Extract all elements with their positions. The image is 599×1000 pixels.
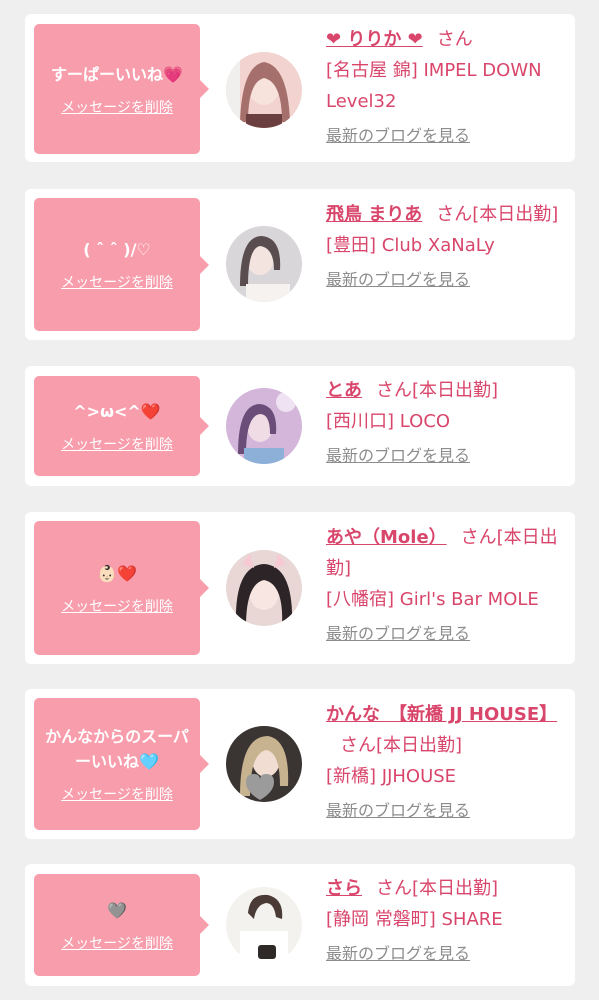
- message-card: 👶🏻❤️ メッセージを削除 あや（Mole） さん[本日出勤] [八幡宿] Gir…: [25, 512, 575, 664]
- message-text: ^>ω<^❤️: [73, 401, 161, 421]
- honorific: さん: [340, 735, 376, 756]
- avatar-photo: [226, 388, 302, 464]
- message-text: ( ˆ ˆ )/♡: [83, 240, 151, 259]
- message-text: かんなからのスーパーいいね🩵: [45, 727, 189, 771]
- cast-name-link[interactable]: あや（Mole）: [326, 527, 447, 548]
- avatar-photo: [226, 52, 302, 128]
- message-text: 👶🏻❤️: [97, 561, 137, 586]
- work-status: [本日出勤]: [412, 380, 499, 401]
- store-name: [静岡 常磐町] SHARE: [326, 909, 503, 930]
- honorific: さん: [376, 380, 412, 401]
- latest-blog-link[interactable]: 最新のブログを見る: [326, 440, 470, 471]
- avatar[interactable]: [226, 550, 302, 626]
- avatar-photo: [226, 887, 302, 963]
- heart-emoji-icon: 💗: [163, 64, 183, 84]
- latest-blog-link[interactable]: 最新のブログを見る: [326, 120, 470, 151]
- honorific: さん: [436, 29, 473, 50]
- avatar[interactable]: [226, 226, 302, 302]
- grey-heart-emoji-icon: 🩶: [107, 900, 127, 920]
- heart-emoji-icon: ❤️: [140, 401, 161, 421]
- avatar[interactable]: [226, 887, 302, 963]
- store-name: [新橋] JJHOUSE: [326, 766, 457, 787]
- latest-blog-link[interactable]: 最新のブログを見る: [326, 618, 470, 649]
- cast-name-link[interactable]: かんな 【新橋 JJ HOUSE】: [326, 704, 557, 725]
- cast-info: とあ さん[本日出勤] [西川口] LOCO 最新のブログを見る: [326, 375, 570, 471]
- delete-message-link[interactable]: メッセージを削除: [61, 784, 173, 804]
- delete-message-link[interactable]: メッセージを削除: [61, 933, 173, 953]
- honorific: さん: [460, 527, 497, 548]
- message-bubble: すーぱーいいね💗 メッセージを削除: [34, 24, 209, 154]
- baby-heart-emoji-icon: 👶🏻❤️: [97, 563, 137, 583]
- cast-info: 飛鳥 まりあ さん[本日出勤] [豊田] Club XaNaLy 最新のブログを見…: [326, 199, 570, 295]
- cast-name-link[interactable]: さら: [326, 878, 362, 899]
- store-name: [豊田] Club XaNaLy: [326, 235, 495, 256]
- message-bubble: ( ˆ ˆ )/♡ メッセージを削除: [34, 198, 209, 331]
- avatar[interactable]: [226, 726, 302, 802]
- delete-message-link[interactable]: メッセージを削除: [61, 272, 173, 292]
- cast-info: さら さん[本日出勤] [静岡 常磐町] SHARE 最新のブログを見る: [326, 873, 570, 969]
- cast-info: ❤ りりか ❤ さん [名古屋 錦] IMPEL DOWN Level32 最新の…: [326, 24, 570, 151]
- delete-message-link[interactable]: メッセージを削除: [61, 596, 173, 616]
- latest-blog-link[interactable]: 最新のブログを見る: [326, 938, 470, 969]
- message-card: 🩶 メッセージを削除 さら さん[本日出勤] [静岡 常磐町] SHARE 最新の…: [25, 864, 575, 986]
- work-status: [本日出勤]: [376, 735, 463, 756]
- message-bubble: 👶🏻❤️ メッセージを削除: [34, 521, 209, 655]
- message-text: すーぱーいいね💗: [51, 64, 183, 84]
- message-bubble: 🩶 メッセージを削除: [34, 874, 209, 976]
- latest-blog-link[interactable]: 最新のブログを見る: [326, 264, 470, 295]
- cast-name-link[interactable]: ❤ りりか ❤: [326, 29, 423, 50]
- cast-info: あや（Mole） さん[本日出勤] [八幡宿] Girl's Bar MOLE 最…: [326, 522, 570, 649]
- message-bubble: ^>ω<^❤️ メッセージを削除: [34, 376, 209, 476]
- avatar-photo: [226, 726, 302, 802]
- message-card: ^>ω<^❤️ メッセージを削除 とあ さん[本日出勤] [西川口] LOCO 最…: [25, 366, 575, 486]
- blue-heart-emoji-icon: 🩵: [139, 752, 159, 771]
- message-card: すーぱーいいね💗 メッセージを削除 ❤ りりか ❤ さん [名古屋 錦] IMPE…: [25, 14, 575, 162]
- avatar[interactable]: [226, 52, 302, 128]
- honorific: さん: [376, 878, 412, 899]
- store-name: [西川口] LOCO: [326, 411, 451, 432]
- work-status: [本日出勤]: [472, 204, 559, 225]
- cast-info: かんな 【新橋 JJ HOUSE】さん[本日出勤] [新橋] JJHOUSE 最…: [326, 699, 570, 826]
- avatar-photo: [226, 226, 302, 302]
- avatar[interactable]: [226, 388, 302, 464]
- latest-blog-link[interactable]: 最新のブログを見る: [326, 795, 470, 826]
- avatar-photo: [226, 550, 302, 626]
- store-name: [八幡宿] Girl's Bar MOLE: [326, 589, 539, 610]
- cast-name-link[interactable]: 飛鳥 まりあ: [326, 204, 422, 225]
- store-name: [名古屋 錦] IMPEL DOWN Level32: [326, 60, 542, 112]
- message-list: すーぱーいいね💗 メッセージを削除 ❤ りりか ❤ さん [名古屋 錦] IMPE…: [0, 0, 599, 1000]
- message-card: ( ˆ ˆ )/♡ メッセージを削除 飛鳥 まりあ さん[本日出勤] [豊田] C…: [25, 189, 575, 340]
- message-text: 🩶: [107, 898, 127, 923]
- message-bubble: かんなからのスーパーいいね🩵 メッセージを削除: [34, 698, 209, 830]
- honorific: さん: [436, 204, 473, 225]
- delete-message-link[interactable]: メッセージを削除: [61, 97, 173, 117]
- cast-name-link[interactable]: とあ: [326, 380, 362, 401]
- work-status: [本日出勤]: [412, 878, 499, 899]
- delete-message-link[interactable]: メッセージを削除: [61, 434, 173, 454]
- message-card: かんなからのスーパーいいね🩵 メッセージを削除 かんな 【新橋 JJ HOUSE…: [25, 689, 575, 839]
